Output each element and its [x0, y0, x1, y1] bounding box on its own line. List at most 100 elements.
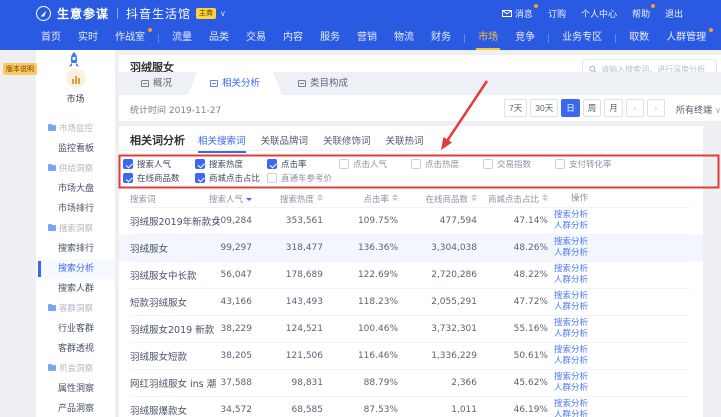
value-cell: 124,521: [286, 324, 323, 334]
action-link-人群分析[interactable]: 人群分析: [554, 221, 588, 232]
table-row[interactable]: 羽绒服女2019 新款38,229124,521100.46%3,732,301…: [130, 315, 690, 342]
version-note-badge[interactable]: 版本说明: [3, 63, 37, 75]
sidebar-item-属性洞察[interactable]: 属性洞察: [36, 379, 115, 399]
action-link-人群分析[interactable]: 人群分析: [554, 356, 588, 367]
date-button-日[interactable]: 日: [561, 99, 580, 117]
table-row[interactable]: 羽绒服爆款女34,57268,58587.53%1,01146.19%搜索分析人…: [130, 396, 690, 417]
column-header-点击率[interactable]: 点击率: [363, 193, 398, 205]
account-link-退出[interactable]: 退出: [665, 7, 683, 20]
metric-checkbox-搜索热度[interactable]: 搜索热度: [195, 158, 267, 170]
table-row[interactable]: 羽绒服2019年新款女109,284353,561109.75%477,5944…: [130, 207, 690, 234]
metric-checkbox-直通车参考价[interactable]: 直通车参考价: [267, 172, 339, 184]
sidebar-item-市场大盘[interactable]: 市场大盘: [36, 179, 115, 199]
nav-item-内容[interactable]: 内容: [277, 27, 309, 50]
sort-icon[interactable]: [317, 194, 323, 202]
column-header-商城点击占比[interactable]: 商城点击占比: [488, 193, 548, 205]
table-row[interactable]: 羽绒服女短款38,205121,506116.46%1,336,22950.61…: [130, 342, 690, 369]
nav-item-首页[interactable]: 首页: [35, 27, 67, 50]
sidebar-item-监控看板[interactable]: 监控看板: [36, 139, 115, 159]
table-row[interactable]: 羽绒服女99,297318,477136.36%3,304,03848.26%搜…: [130, 234, 690, 261]
action-link-人群分析[interactable]: 人群分析: [554, 383, 588, 394]
action-link-搜索分析[interactable]: 搜索分析: [554, 345, 588, 356]
sort-desc-icon: [392, 198, 398, 201]
date-button-周[interactable]: 周: [583, 99, 602, 117]
action-link-搜索分析[interactable]: 搜索分析: [554, 291, 588, 302]
account-link-个人中心[interactable]: 个人中心: [581, 7, 617, 20]
column-header-搜索人气[interactable]: 搜索人气: [209, 193, 252, 205]
nav-item-竞争[interactable]: 竞争: [509, 27, 541, 50]
sort-desc-icon: [542, 198, 548, 201]
nav-item-学院[interactable]: 学院: [717, 27, 721, 50]
nav-item-物流[interactable]: 物流: [388, 27, 420, 50]
nav-item-实时[interactable]: 实时: [72, 27, 104, 50]
metric-checkbox-支付转化率[interactable]: 支付转化率: [555, 158, 627, 170]
action-link-人群分析[interactable]: 人群分析: [554, 302, 588, 313]
sidebar-item-搜索排行[interactable]: 搜索排行: [36, 239, 115, 259]
action-link-人群分析[interactable]: 人群分析: [554, 410, 588, 417]
table-row[interactable]: 羽绒服女中长款56,047178,689122.69%2,720,28648.2…: [130, 261, 690, 288]
nav-item-业务专区[interactable]: 业务专区: [556, 27, 608, 50]
nav-item-交易[interactable]: 交易: [240, 27, 272, 50]
action-link-搜索分析[interactable]: 搜索分析: [554, 399, 588, 410]
account-link-消息[interactable]: 消息: [502, 7, 533, 20]
sort-icon[interactable]: [542, 194, 548, 202]
chevron-down-icon: ∨: [715, 106, 721, 115]
rocket-icon[interactable]: [64, 51, 84, 75]
sidebar-item-行业客群[interactable]: 行业客群: [36, 319, 115, 339]
metric-checkbox-点击率[interactable]: 点击率: [267, 158, 339, 170]
metric-checkbox-搜索人气[interactable]: 搜索人气: [123, 158, 195, 170]
date-button-30天[interactable]: 30天: [530, 99, 558, 117]
tab-类目构成[interactable]: 类目构成: [282, 72, 364, 95]
column-header-搜索热度[interactable]: 搜索热度: [280, 193, 323, 205]
tab-相关分析[interactable]: 相关分析: [188, 72, 282, 95]
value-cell: 38,205: [221, 351, 253, 361]
nav-item-作战室[interactable]: 作战室: [109, 27, 151, 50]
date-button-›[interactable]: ›: [647, 99, 665, 117]
metric-checkbox-点击人气[interactable]: 点击人气: [339, 158, 411, 170]
value-cell: 477,594: [440, 216, 477, 226]
action-link-搜索分析[interactable]: 搜索分析: [554, 318, 588, 329]
terminal-filter-dropdown[interactable]: 所有终端∨: [676, 103, 721, 116]
sidebar-item-搜索分析[interactable]: 搜索分析: [36, 259, 115, 279]
date-button-7天[interactable]: 7天: [504, 99, 527, 117]
sidebar-item-客群透视[interactable]: 客群透视: [36, 339, 115, 359]
tab-概况[interactable]: 概况: [125, 72, 188, 95]
tab-label: 相关分析: [222, 72, 260, 95]
nav-item-服务[interactable]: 服务: [314, 27, 346, 50]
action-link-搜索分析[interactable]: 搜索分析: [554, 237, 588, 248]
nav-item-取数[interactable]: 取数: [623, 27, 655, 50]
sidebar-item-产品洞察[interactable]: 产品洞察: [36, 399, 115, 417]
sidebar-item-搜索人群[interactable]: 搜索人群: [36, 279, 115, 299]
nav-item-财务[interactable]: 财务: [425, 27, 457, 50]
metric-checkbox-点击热度[interactable]: 点击热度: [411, 158, 483, 170]
value-cell: 48.26%: [514, 243, 548, 253]
nav-item-品类[interactable]: 品类: [203, 27, 235, 50]
action-link-人群分析[interactable]: 人群分析: [554, 275, 588, 286]
action-link-搜索分析[interactable]: 搜索分析: [554, 372, 588, 383]
sort-icon[interactable]: [246, 198, 252, 201]
nav-item-人群管理[interactable]: 人群管理: [660, 27, 712, 50]
nav-item-市场[interactable]: 市场: [472, 27, 504, 50]
account-link-订购[interactable]: 订购: [548, 7, 566, 20]
action-link-搜索分析[interactable]: 搜索分析: [554, 210, 588, 221]
action-link-人群分析[interactable]: 人群分析: [554, 329, 588, 340]
metric-checkbox-交易指数[interactable]: 交易指数: [483, 158, 555, 170]
table-row[interactable]: 网红羽绒服女 ins 潮37,58898,83188.79%2,36645.62…: [130, 369, 690, 396]
search-term-cell: 羽绒服爆款女: [130, 403, 187, 417]
chevron-down-icon[interactable]: ∨: [220, 9, 226, 18]
account-link-帮助[interactable]: 帮助: [632, 7, 650, 20]
metric-checkbox-商城点击占比[interactable]: 商城点击占比: [195, 172, 267, 184]
sort-icon[interactable]: [392, 194, 398, 202]
date-button-‹[interactable]: ‹: [626, 99, 644, 117]
sidebar-item-市场排行[interactable]: 市场排行: [36, 199, 115, 219]
date-button-月[interactable]: 月: [604, 99, 623, 117]
nav-item-营销[interactable]: 营销: [351, 27, 383, 50]
nav-item-流量[interactable]: 流量: [166, 27, 198, 50]
value-cell: 37,588: [221, 378, 253, 388]
sort-icon[interactable]: [471, 194, 477, 202]
column-header-在线商品数[interactable]: 在线商品数: [425, 193, 477, 205]
metric-checkbox-在线商品数[interactable]: 在线商品数: [123, 172, 195, 184]
action-link-人群分析[interactable]: 人群分析: [554, 248, 588, 259]
action-link-搜索分析[interactable]: 搜索分析: [554, 264, 588, 275]
table-row[interactable]: 短款羽绒服女43,166143,493118.23%2,055,29147.72…: [130, 288, 690, 315]
